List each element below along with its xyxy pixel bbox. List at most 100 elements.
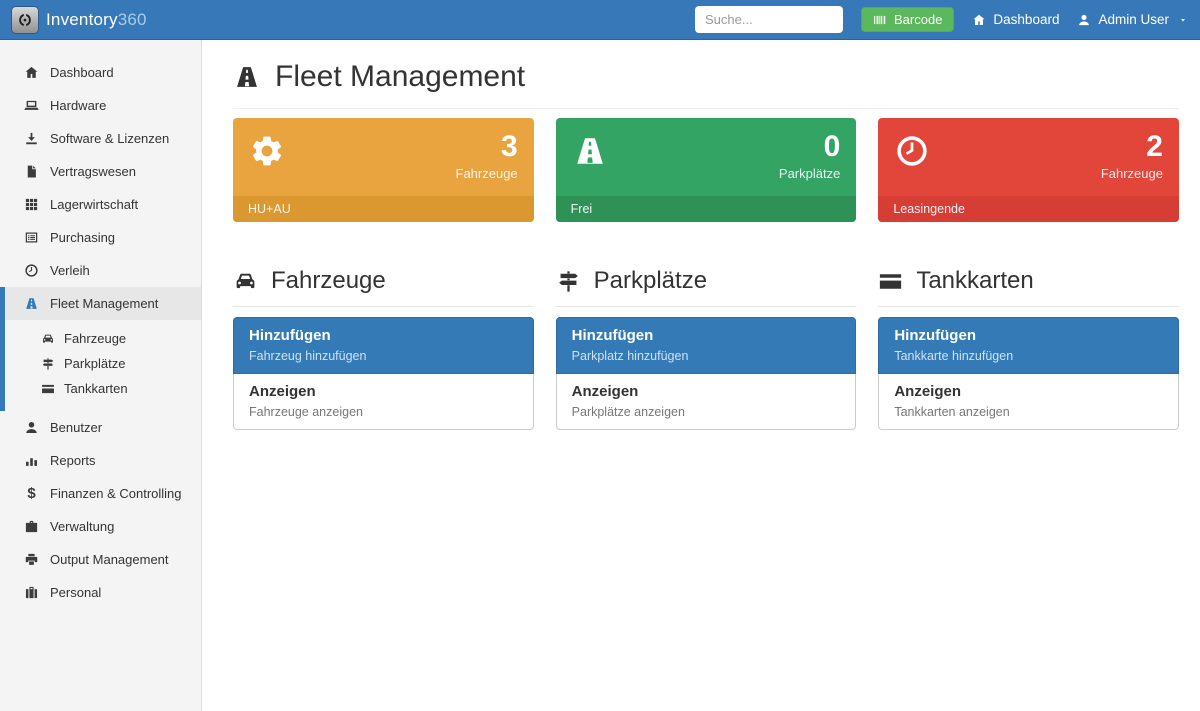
sidebar-item-label: Dashboard — [50, 65, 114, 80]
panel-item-title: Hinzufügen — [894, 326, 1163, 346]
sidebar-item-label: Parkplätze — [64, 356, 125, 371]
section-fahrzeuge: Fahrzeuge Hinzufügen Fahrzeug hinzufügen… — [233, 266, 534, 430]
sidebar-item-reports[interactable]: Reports — [0, 444, 201, 477]
sidebar-item-dashboard[interactable]: Dashboard — [0, 56, 201, 89]
top-navbar: Inventory360 Barcode Dashboard Admin Use… — [0, 0, 1200, 40]
sidebar-item-label: Reports — [50, 453, 96, 468]
sidebar-item-output-management[interactable]: Output Management — [0, 543, 201, 576]
sidebar-item-fleet-management[interactable]: Fleet Management — [5, 287, 201, 320]
sidebar-item-label: Output Management — [50, 552, 169, 567]
panel-item-subtitle: Parkplätze anzeigen — [572, 404, 841, 420]
sidebar-item-label: Purchasing — [50, 230, 115, 245]
barcode-button[interactable]: Barcode — [861, 7, 954, 32]
stat-card-huau[interactable]: 3 Fahrzeuge HU+AU — [233, 118, 534, 222]
dollar-icon: $ — [24, 486, 39, 501]
search-input[interactable] — [695, 6, 843, 33]
sidebar-item-lagerwirtschaft[interactable]: Lagerwirtschaft — [0, 188, 201, 221]
section-title: Tankkarten — [916, 266, 1033, 296]
header-divider — [233, 108, 1179, 109]
barcode-icon — [873, 13, 887, 27]
section-parkplaetze: Parkplätze Hinzufügen Parkplatz hinzufüg… — [556, 266, 857, 430]
parkplaetze-add-link[interactable]: Hinzufügen Parkplatz hinzufügen — [556, 317, 857, 374]
tankkarten-add-link[interactable]: Hinzufügen Tankkarte hinzufügen — [878, 317, 1179, 374]
panel-item-title: Hinzufügen — [572, 326, 841, 346]
sidebar-item-benutzer[interactable]: Benutzer — [0, 411, 201, 444]
user-menu-label: Admin User — [1098, 12, 1169, 27]
sidebar-item-vertragswesen[interactable]: Vertragswesen — [0, 155, 201, 188]
sidebar-item-hardware[interactable]: Hardware — [0, 89, 201, 122]
road-icon — [24, 296, 39, 311]
stat-footer: Leasingende — [878, 196, 1179, 222]
sidebar-item-verwaltung[interactable]: Verwaltung — [0, 510, 201, 543]
download-icon — [24, 131, 39, 146]
credit-card-icon — [878, 269, 903, 294]
parkplaetze-view-link[interactable]: Anzeigen Parkplätze anzeigen — [556, 374, 857, 430]
fahrzeuge-add-link[interactable]: Hinzufügen Fahrzeug hinzufügen — [233, 317, 534, 374]
stat-card-leasingende[interactable]: 2 Fahrzeuge Leasingende — [878, 118, 1179, 222]
stat-value: 3 — [456, 131, 518, 163]
panel-item-title: Anzeigen — [894, 382, 1163, 402]
clock-icon — [24, 263, 39, 278]
navbar-right: Barcode Dashboard Admin User — [695, 6, 1188, 33]
page-header: Fleet Management — [233, 58, 1179, 96]
section-header: Parkplätze — [556, 266, 857, 296]
credit-card-icon — [41, 382, 55, 396]
sidebar-item-purchasing[interactable]: Purchasing — [0, 221, 201, 254]
road-icon — [233, 63, 261, 91]
section-header: Tankkarten — [878, 266, 1179, 296]
section-tankkarten: Tankkarten Hinzufügen Tankkarte hinzufüg… — [878, 266, 1179, 430]
sidebar-item-label: Personal — [50, 585, 101, 600]
grid-icon — [24, 197, 39, 212]
user-menu[interactable]: Admin User — [1077, 12, 1188, 27]
tankkarten-view-link[interactable]: Anzeigen Tankkarten anzeigen — [878, 374, 1179, 430]
sidebar-item-label: Verwaltung — [50, 519, 114, 534]
sidebar-subitem-parkplaetze[interactable]: Parkplätze — [5, 351, 201, 376]
panel-item-subtitle: Fahrzeuge anzeigen — [249, 404, 518, 420]
section-divider — [556, 306, 857, 307]
sidebar-item-label: Lagerwirtschaft — [50, 197, 138, 212]
brand[interactable]: Inventory360 — [12, 7, 147, 33]
app-window: Inventory360 Barcode Dashboard Admin Use… — [0, 0, 1200, 711]
signpost-icon — [556, 269, 581, 294]
sidebar-item-verleih[interactable]: Verleih — [0, 254, 201, 287]
stat-footer: Frei — [556, 196, 857, 222]
home-icon — [24, 65, 39, 80]
stat-value: 2 — [1101, 131, 1163, 163]
file-icon — [24, 164, 39, 179]
sidebar-subitem-tankkarten[interactable]: Tankkarten — [5, 376, 201, 401]
sidebar-item-personal[interactable]: Personal — [0, 576, 201, 609]
sidebar-fleet-group: Fleet Management Fahrzeuge Parkplätze Ta… — [0, 287, 201, 411]
stat-cards-row: 3 Fahrzeuge HU+AU 0 Parkplätze Frei — [233, 118, 1179, 222]
home-icon — [972, 13, 986, 27]
road-icon — [572, 133, 608, 169]
fahrzeuge-view-link[interactable]: Anzeigen Fahrzeuge anzeigen — [233, 374, 534, 430]
main-content: Fleet Management 3 Fahrzeuge HU+AU — [202, 40, 1200, 711]
stat-label: Fahrzeuge — [456, 166, 518, 181]
brand-suffix: 360 — [118, 10, 147, 29]
user-icon — [1077, 13, 1091, 27]
car-icon — [233, 269, 258, 294]
chevron-down-icon — [1178, 15, 1188, 25]
sidebar-item-software-lizenzen[interactable]: Software & Lizenzen — [0, 122, 201, 155]
sidebar-fleet-submenu: Fahrzeuge Parkplätze Tankkarten — [5, 320, 201, 411]
panel-item-subtitle: Tankkarten anzeigen — [894, 404, 1163, 420]
stat-card-frei[interactable]: 0 Parkplätze Frei — [556, 118, 857, 222]
sidebar-item-finanzen-controlling[interactable]: $ Finanzen & Controlling — [0, 477, 201, 510]
nav-dashboard-link[interactable]: Dashboard — [972, 12, 1059, 27]
sidebar-item-label: Hardware — [50, 98, 106, 113]
stat-footer: HU+AU — [233, 196, 534, 222]
sidebar-item-label: Verleih — [50, 263, 90, 278]
nav-dashboard-label: Dashboard — [993, 12, 1059, 27]
briefcase-icon — [24, 519, 39, 534]
car-icon — [41, 332, 55, 346]
sidebar-item-label: Vertragswesen — [50, 164, 136, 179]
signpost-icon — [41, 357, 55, 371]
sections-row: Fahrzeuge Hinzufügen Fahrzeug hinzufügen… — [233, 266, 1179, 430]
sidebar-item-label: Fahrzeuge — [64, 331, 126, 346]
barcode-button-label: Barcode — [894, 12, 942, 27]
sidebar-subitem-fahrzeuge[interactable]: Fahrzeuge — [5, 326, 201, 351]
page-title: Fleet Management — [275, 58, 525, 96]
laptop-icon — [24, 98, 39, 113]
bar-chart-icon — [24, 453, 39, 468]
panel-item-subtitle: Parkplatz hinzufügen — [572, 348, 841, 364]
